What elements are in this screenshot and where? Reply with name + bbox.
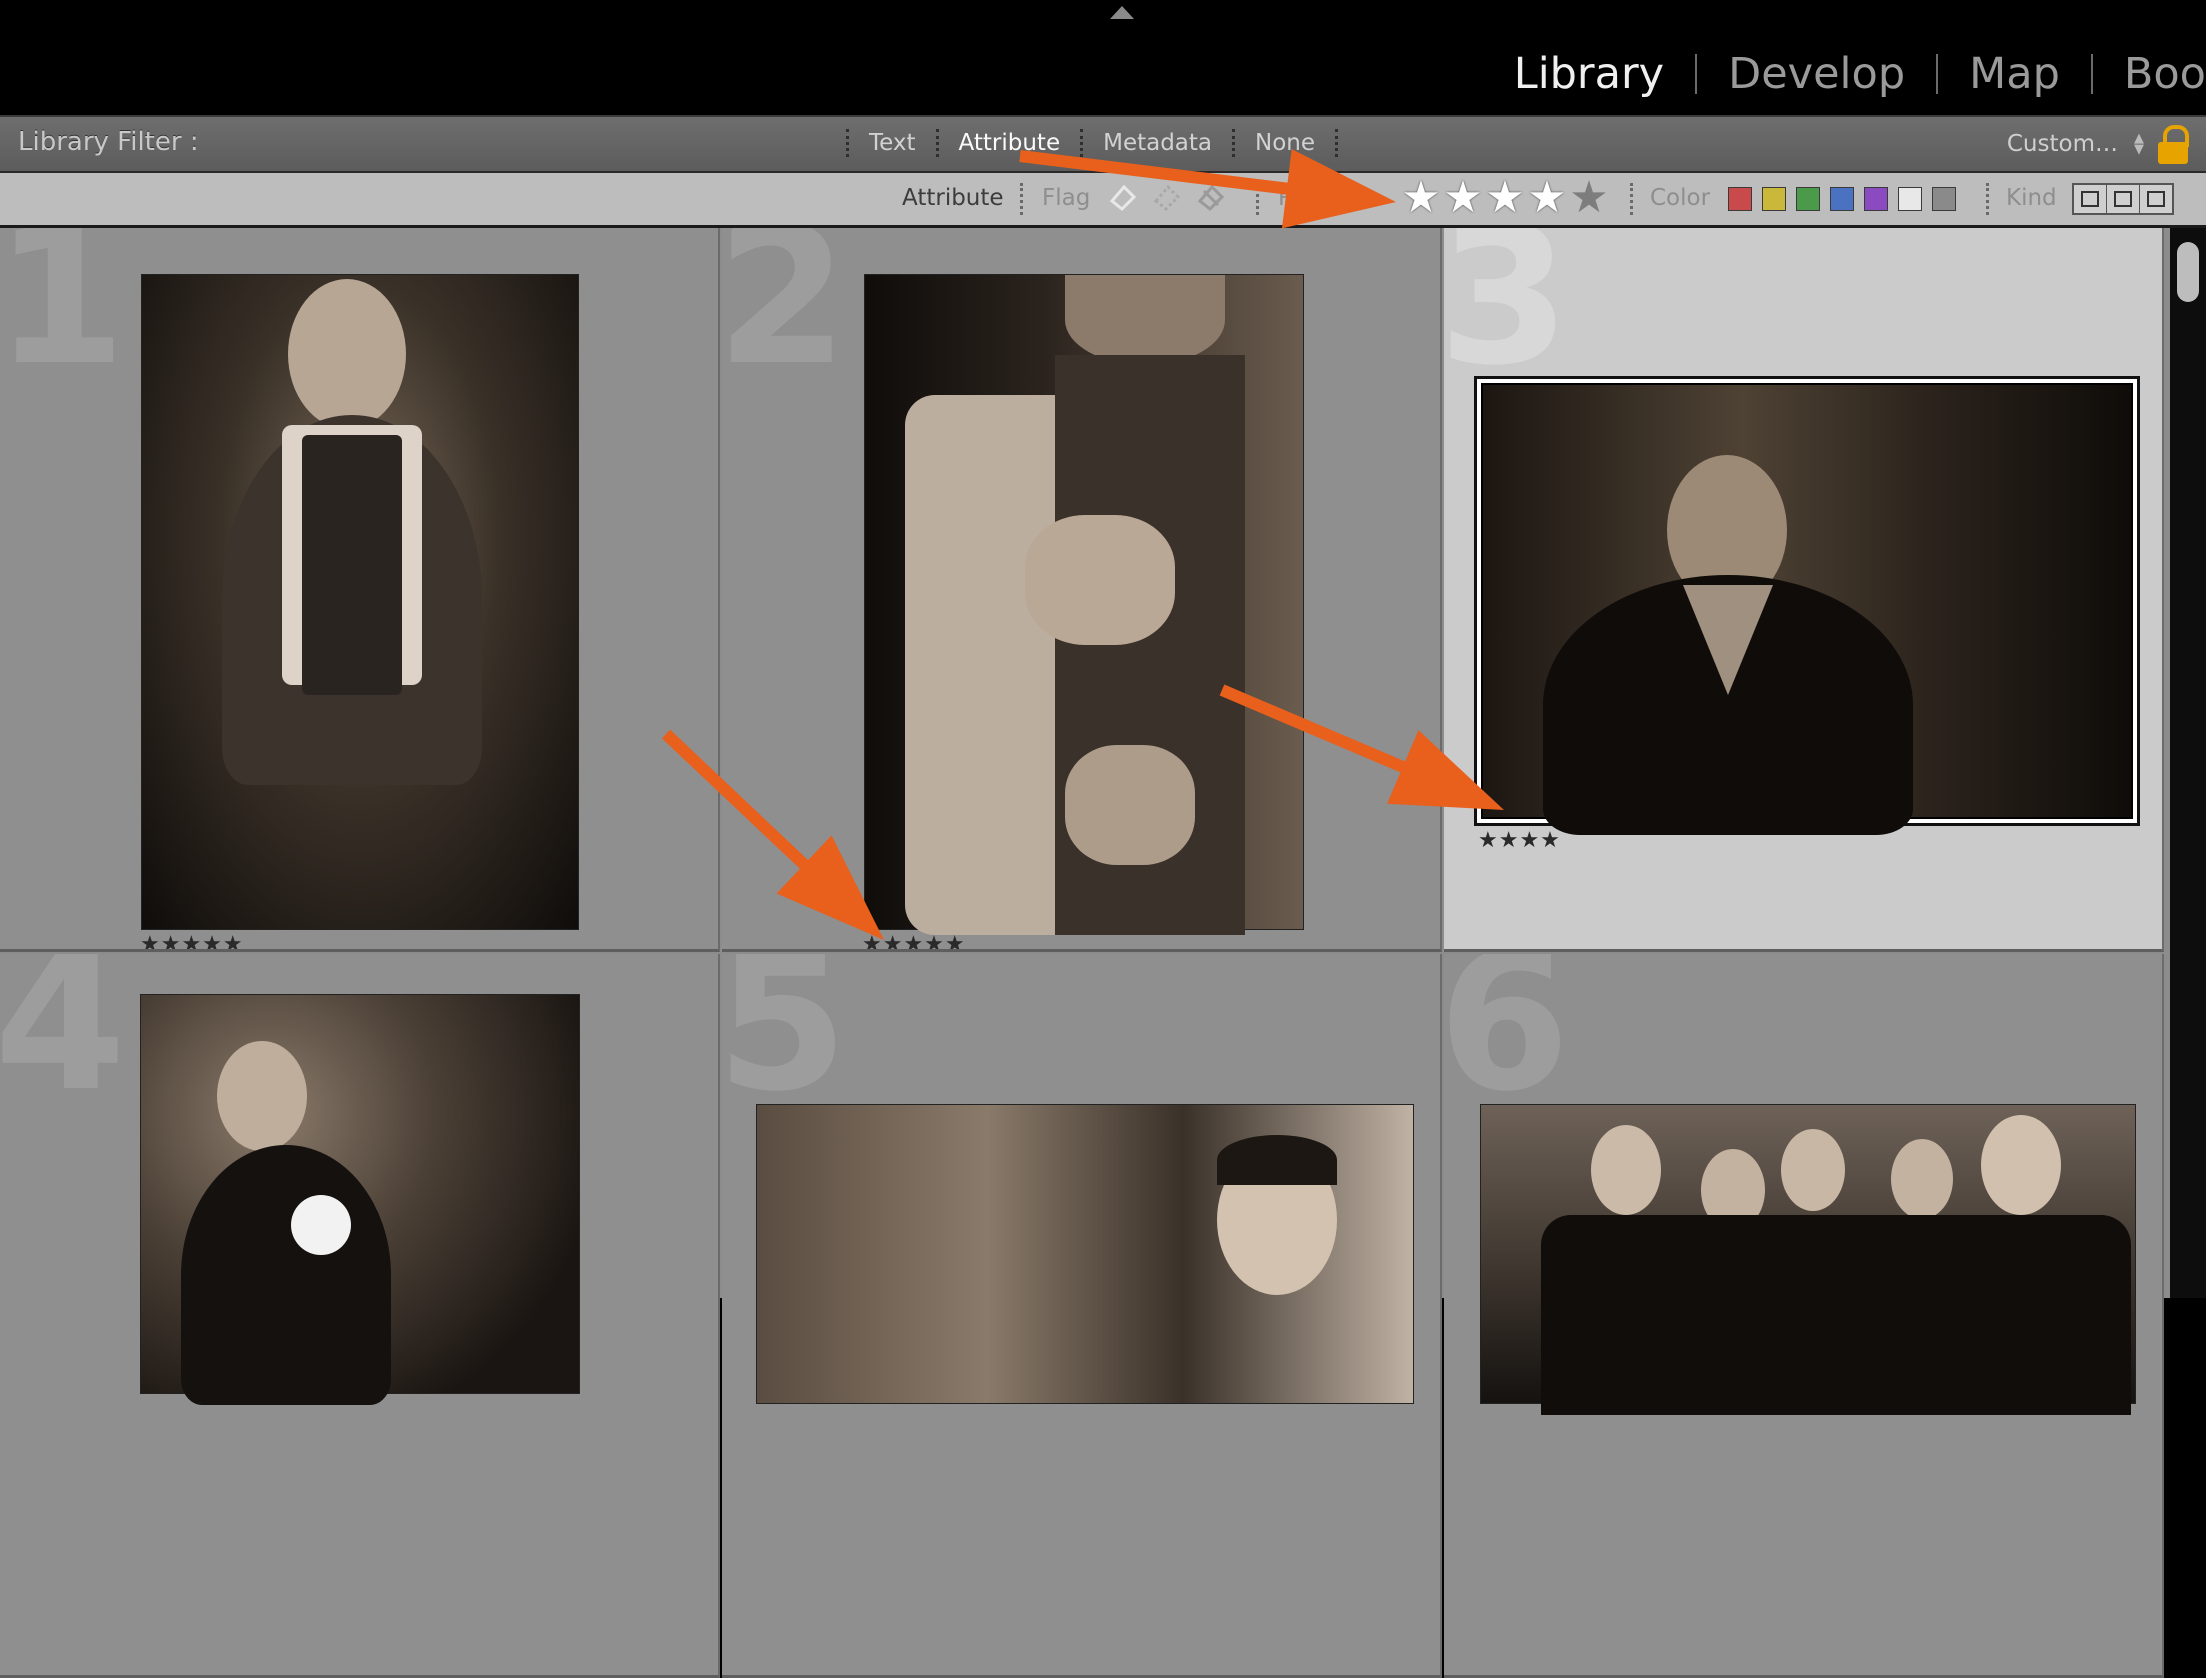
grid-scrollbar[interactable] (2170, 228, 2206, 1298)
scrollbar-thumb[interactable] (2177, 242, 2199, 302)
kind-video-icon[interactable] (2140, 185, 2172, 213)
cell-index-number: 4 (0, 954, 127, 1133)
tab-none[interactable]: None (1235, 127, 1335, 159)
cell-index-number: 5 (722, 954, 849, 1133)
flag-unflagged-icon[interactable] (1150, 181, 1184, 215)
kind-virtual-copy-icon[interactable] (2107, 185, 2140, 213)
rating-filter-stars[interactable]: ★ ★ ★ ★ ★ (1400, 174, 1610, 222)
grid-cell-1[interactable]: 1 ★★★★★ (0, 228, 720, 952)
separator (1630, 183, 1633, 215)
separator (1986, 183, 1989, 215)
module-book[interactable]: Boo (2093, 44, 2206, 104)
photo-thumbnail[interactable] (140, 994, 580, 1405)
photo-thumbnail-selected[interactable] (1474, 376, 2140, 835)
tab-separator (1335, 129, 1339, 157)
grid-cell-5[interactable]: 5 (722, 954, 1442, 1678)
module-map[interactable]: Map (1938, 44, 2091, 104)
thumbnail-star-rating[interactable]: ★★★★★ (862, 932, 966, 949)
thumbnail-star-rating[interactable]: ★★★★ (1478, 828, 1561, 853)
attribute-filter-row: Attribute Flag Rati ★ ★ ★ ★ ★ Color Kind (0, 173, 2206, 228)
cell-index-number: 1 (0, 228, 127, 407)
library-filter-bar: Library Filter : Text Attribute Metadata… (0, 115, 2206, 173)
filter-preset-select[interactable]: Custom… (2007, 131, 2118, 157)
cell-index-number: 2 (722, 228, 849, 407)
photo-thumbnail[interactable] (864, 274, 1304, 935)
color-label: Color (1650, 185, 1711, 211)
library-filter-title: Library Filter : (18, 127, 199, 157)
lock-icon[interactable] (2158, 125, 2189, 164)
photo-thumbnail[interactable] (1480, 1104, 2136, 1415)
rating-star-3[interactable]: ★ (1484, 174, 1526, 222)
thumbnail-grid: 1 ★★★★★ 2 ★★★★★ 3 ★★★★ 4 5 6 (0, 228, 2170, 1678)
cell-index-number: 6 (1444, 954, 1571, 1133)
rating-star-4[interactable]: ★ (1526, 174, 1568, 222)
tab-metadata[interactable]: Metadata (1083, 127, 1232, 159)
grid-cell-2[interactable]: 2 ★★★★★ (722, 228, 1442, 952)
attribute-label: Attribute (902, 185, 1004, 211)
cell-index-number: 3 (1444, 228, 1571, 407)
rating-label: Rati (1278, 185, 1323, 211)
tab-attribute[interactable]: Attribute (939, 127, 1081, 159)
collapse-panel-triangle-icon[interactable] (1110, 6, 1134, 19)
photo-thumbnail[interactable] (141, 274, 579, 930)
rating-star-2[interactable]: ★ (1442, 174, 1484, 222)
grid-cell-4[interactable]: 4 (0, 954, 720, 1678)
tab-text[interactable]: Text (849, 127, 936, 159)
color-swatch-yellow[interactable] (1762, 187, 1786, 211)
separator (1256, 183, 1259, 215)
module-picker-bar: Library Develop Map Boo (0, 0, 2206, 112)
color-swatch-red[interactable] (1728, 187, 1752, 211)
preset-updown-icon[interactable]: ▲ ▼ (2134, 132, 2144, 156)
rating-star-5[interactable]: ★ (1568, 174, 1610, 222)
color-label-swatches (1728, 187, 1966, 211)
color-swatch-custom[interactable] (1898, 187, 1922, 211)
thumbnail-star-rating[interactable]: ★★★★★ (140, 932, 244, 949)
grid-cell-3[interactable]: 3 ★★★★ (1444, 228, 2164, 952)
color-swatch-purple[interactable] (1864, 187, 1888, 211)
photo-thumbnail[interactable] (756, 1104, 1414, 1404)
separator (1020, 183, 1023, 215)
module-list: Library Develop Map Boo (1483, 44, 2206, 104)
flag-rejected-icon[interactable] (1194, 181, 1228, 215)
kind-master-photo-icon[interactable] (2074, 185, 2107, 213)
filter-tabs: Text Attribute Metadata None (846, 127, 1339, 159)
flag-label: Flag (1042, 185, 1091, 211)
color-swatch-none[interactable] (1932, 187, 1956, 211)
rating-star-1[interactable]: ★ (1400, 174, 1442, 222)
color-swatch-blue[interactable] (1830, 187, 1854, 211)
kind-label: Kind (2006, 185, 2057, 211)
module-library[interactable]: Library (1483, 44, 1695, 104)
grid-cell-6[interactable]: 6 (1444, 954, 2164, 1678)
module-develop[interactable]: Develop (1697, 44, 1936, 104)
color-swatch-green[interactable] (1796, 187, 1820, 211)
kind-filter-buttons (2072, 183, 2174, 215)
flag-picked-icon[interactable] (1106, 181, 1140, 215)
